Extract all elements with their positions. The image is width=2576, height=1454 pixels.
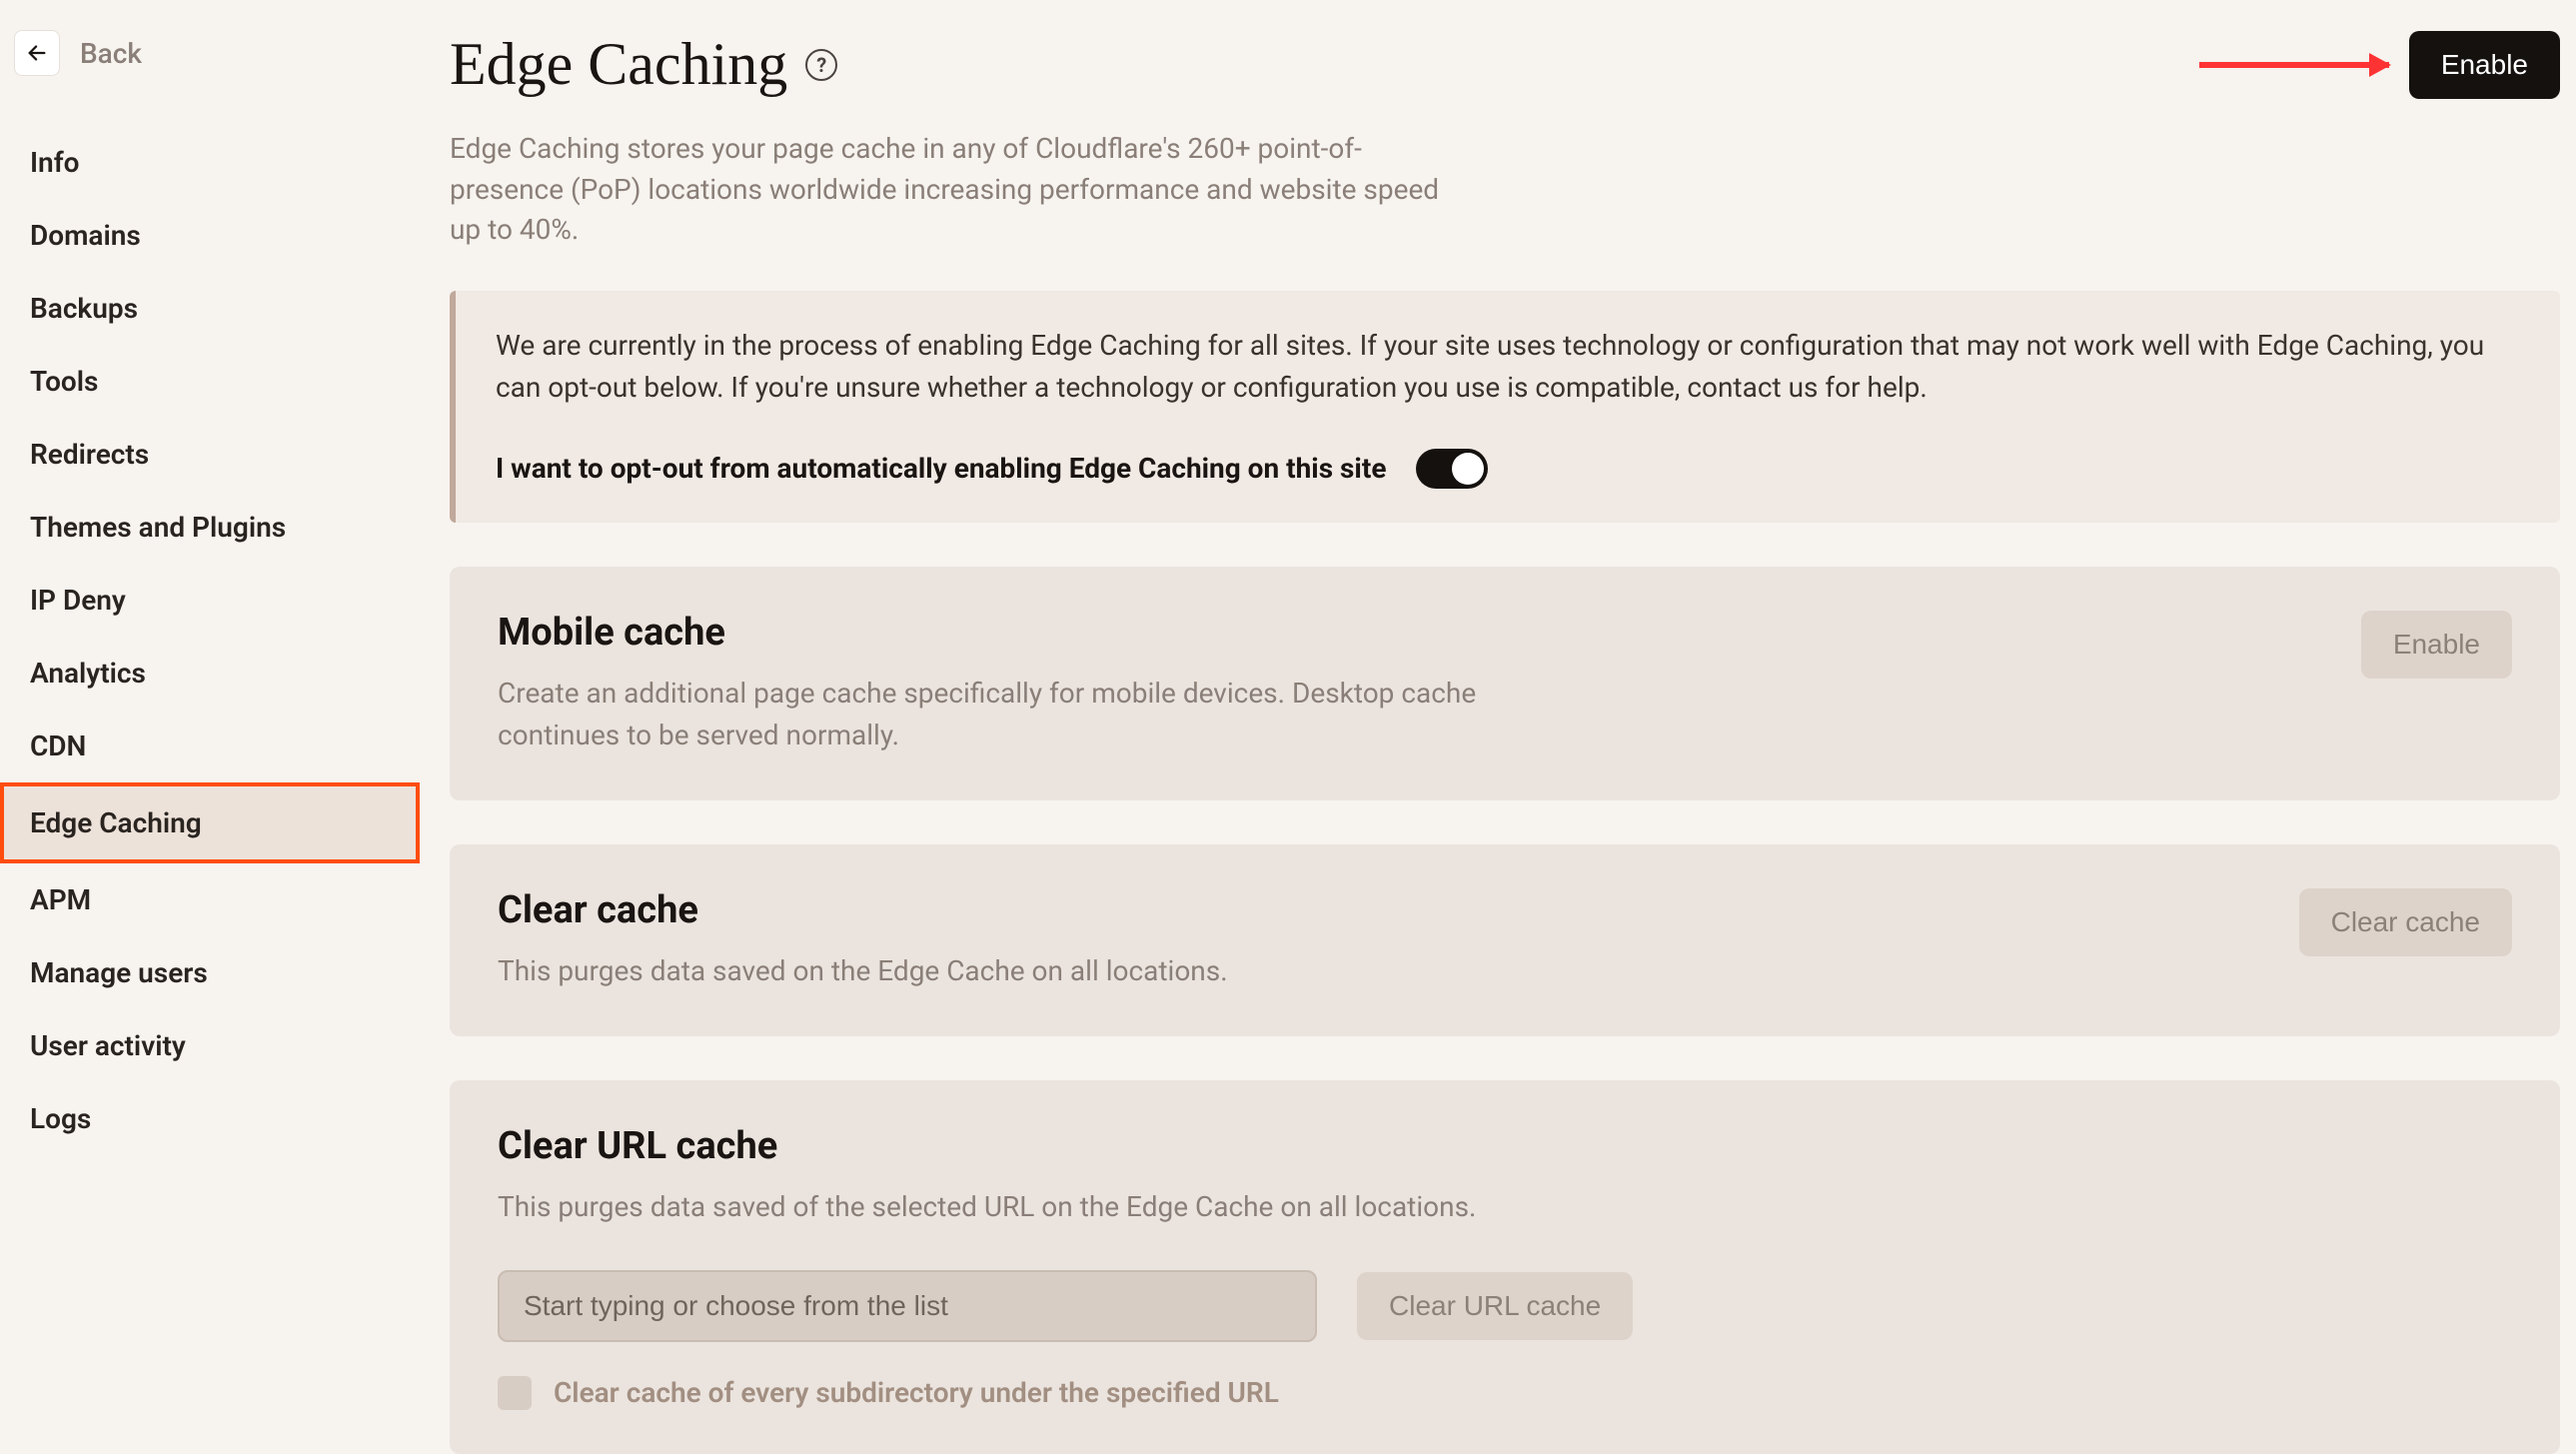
sidebar-item-redirects[interactable]: Redirects bbox=[0, 418, 420, 491]
arrow-left-icon bbox=[14, 30, 60, 76]
sidebar-item-edge-caching[interactable]: Edge Caching bbox=[0, 782, 420, 863]
main-content: Edge Caching ? Enable Edge Caching store… bbox=[420, 0, 2576, 1389]
back-label: Back bbox=[80, 37, 142, 70]
sidebar-item-backups[interactable]: Backups bbox=[0, 272, 420, 345]
page-header: Edge Caching ? Enable bbox=[450, 30, 2560, 99]
sidebar-nav: Info Domains Backups Tools Redirects The… bbox=[0, 126, 420, 1155]
page-subtitle: Edge Caching stores your page cache in a… bbox=[450, 129, 1469, 251]
toggle-knob-icon bbox=[1452, 453, 1484, 485]
mobile-cache-enable-button[interactable]: Enable bbox=[2361, 611, 2512, 679]
sidebar-item-logs[interactable]: Logs bbox=[0, 1082, 420, 1155]
mobile-cache-desc: Create an additional page cache specific… bbox=[498, 673, 1497, 756]
clear-url-input[interactable] bbox=[498, 1270, 1317, 1342]
notice-card: We are currently in the process of enabl… bbox=[450, 291, 2560, 523]
clear-subdir-label: Clear cache of every subdirectory under … bbox=[554, 1376, 1279, 1409]
page-title: Edge Caching bbox=[450, 30, 787, 99]
optout-label: I want to opt-out from automatically ena… bbox=[496, 452, 1386, 485]
sidebar-item-ip-deny[interactable]: IP Deny bbox=[0, 564, 420, 637]
clear-url-title: Clear URL cache bbox=[498, 1124, 2512, 1168]
notice-text: We are currently in the process of enabl… bbox=[496, 325, 2520, 409]
sidebar-item-analytics[interactable]: Analytics bbox=[0, 637, 420, 710]
sidebar-item-user-activity[interactable]: User activity bbox=[0, 1009, 420, 1082]
back-button[interactable]: Back bbox=[0, 20, 420, 126]
sidebar-item-info[interactable]: Info bbox=[0, 126, 420, 199]
enable-button[interactable]: Enable bbox=[2409, 31, 2560, 99]
help-icon[interactable]: ? bbox=[805, 49, 837, 81]
sidebar-item-domains[interactable]: Domains bbox=[0, 199, 420, 272]
mobile-cache-card: Mobile cache Create an additional page c… bbox=[450, 567, 2560, 800]
sidebar: Back Info Domains Backups Tools Redirect… bbox=[0, 0, 420, 1389]
clear-cache-button[interactable]: Clear cache bbox=[2299, 888, 2512, 956]
optout-toggle[interactable] bbox=[1416, 449, 1488, 489]
mobile-cache-title: Mobile cache bbox=[498, 611, 1497, 655]
clear-subdir-checkbox[interactable] bbox=[498, 1376, 532, 1410]
clear-cache-desc: This purges data saved on the Edge Cache… bbox=[498, 950, 1228, 992]
sidebar-item-tools[interactable]: Tools bbox=[0, 345, 420, 418]
clear-url-button[interactable]: Clear URL cache bbox=[1357, 1272, 1633, 1340]
annotation-arrow-icon bbox=[2199, 62, 2389, 68]
clear-cache-title: Clear cache bbox=[498, 888, 1228, 932]
sidebar-item-manage-users[interactable]: Manage users bbox=[0, 936, 420, 1009]
clear-url-desc: This purges data saved of the selected U… bbox=[498, 1186, 1497, 1228]
clear-cache-card: Clear cache This purges data saved on th… bbox=[450, 844, 2560, 1036]
sidebar-item-cdn[interactable]: CDN bbox=[0, 710, 420, 782]
sidebar-item-apm[interactable]: APM bbox=[0, 863, 420, 936]
clear-url-cache-card: Clear URL cache This purges data saved o… bbox=[450, 1080, 2560, 1454]
sidebar-item-themes-plugins[interactable]: Themes and Plugins bbox=[0, 491, 420, 564]
